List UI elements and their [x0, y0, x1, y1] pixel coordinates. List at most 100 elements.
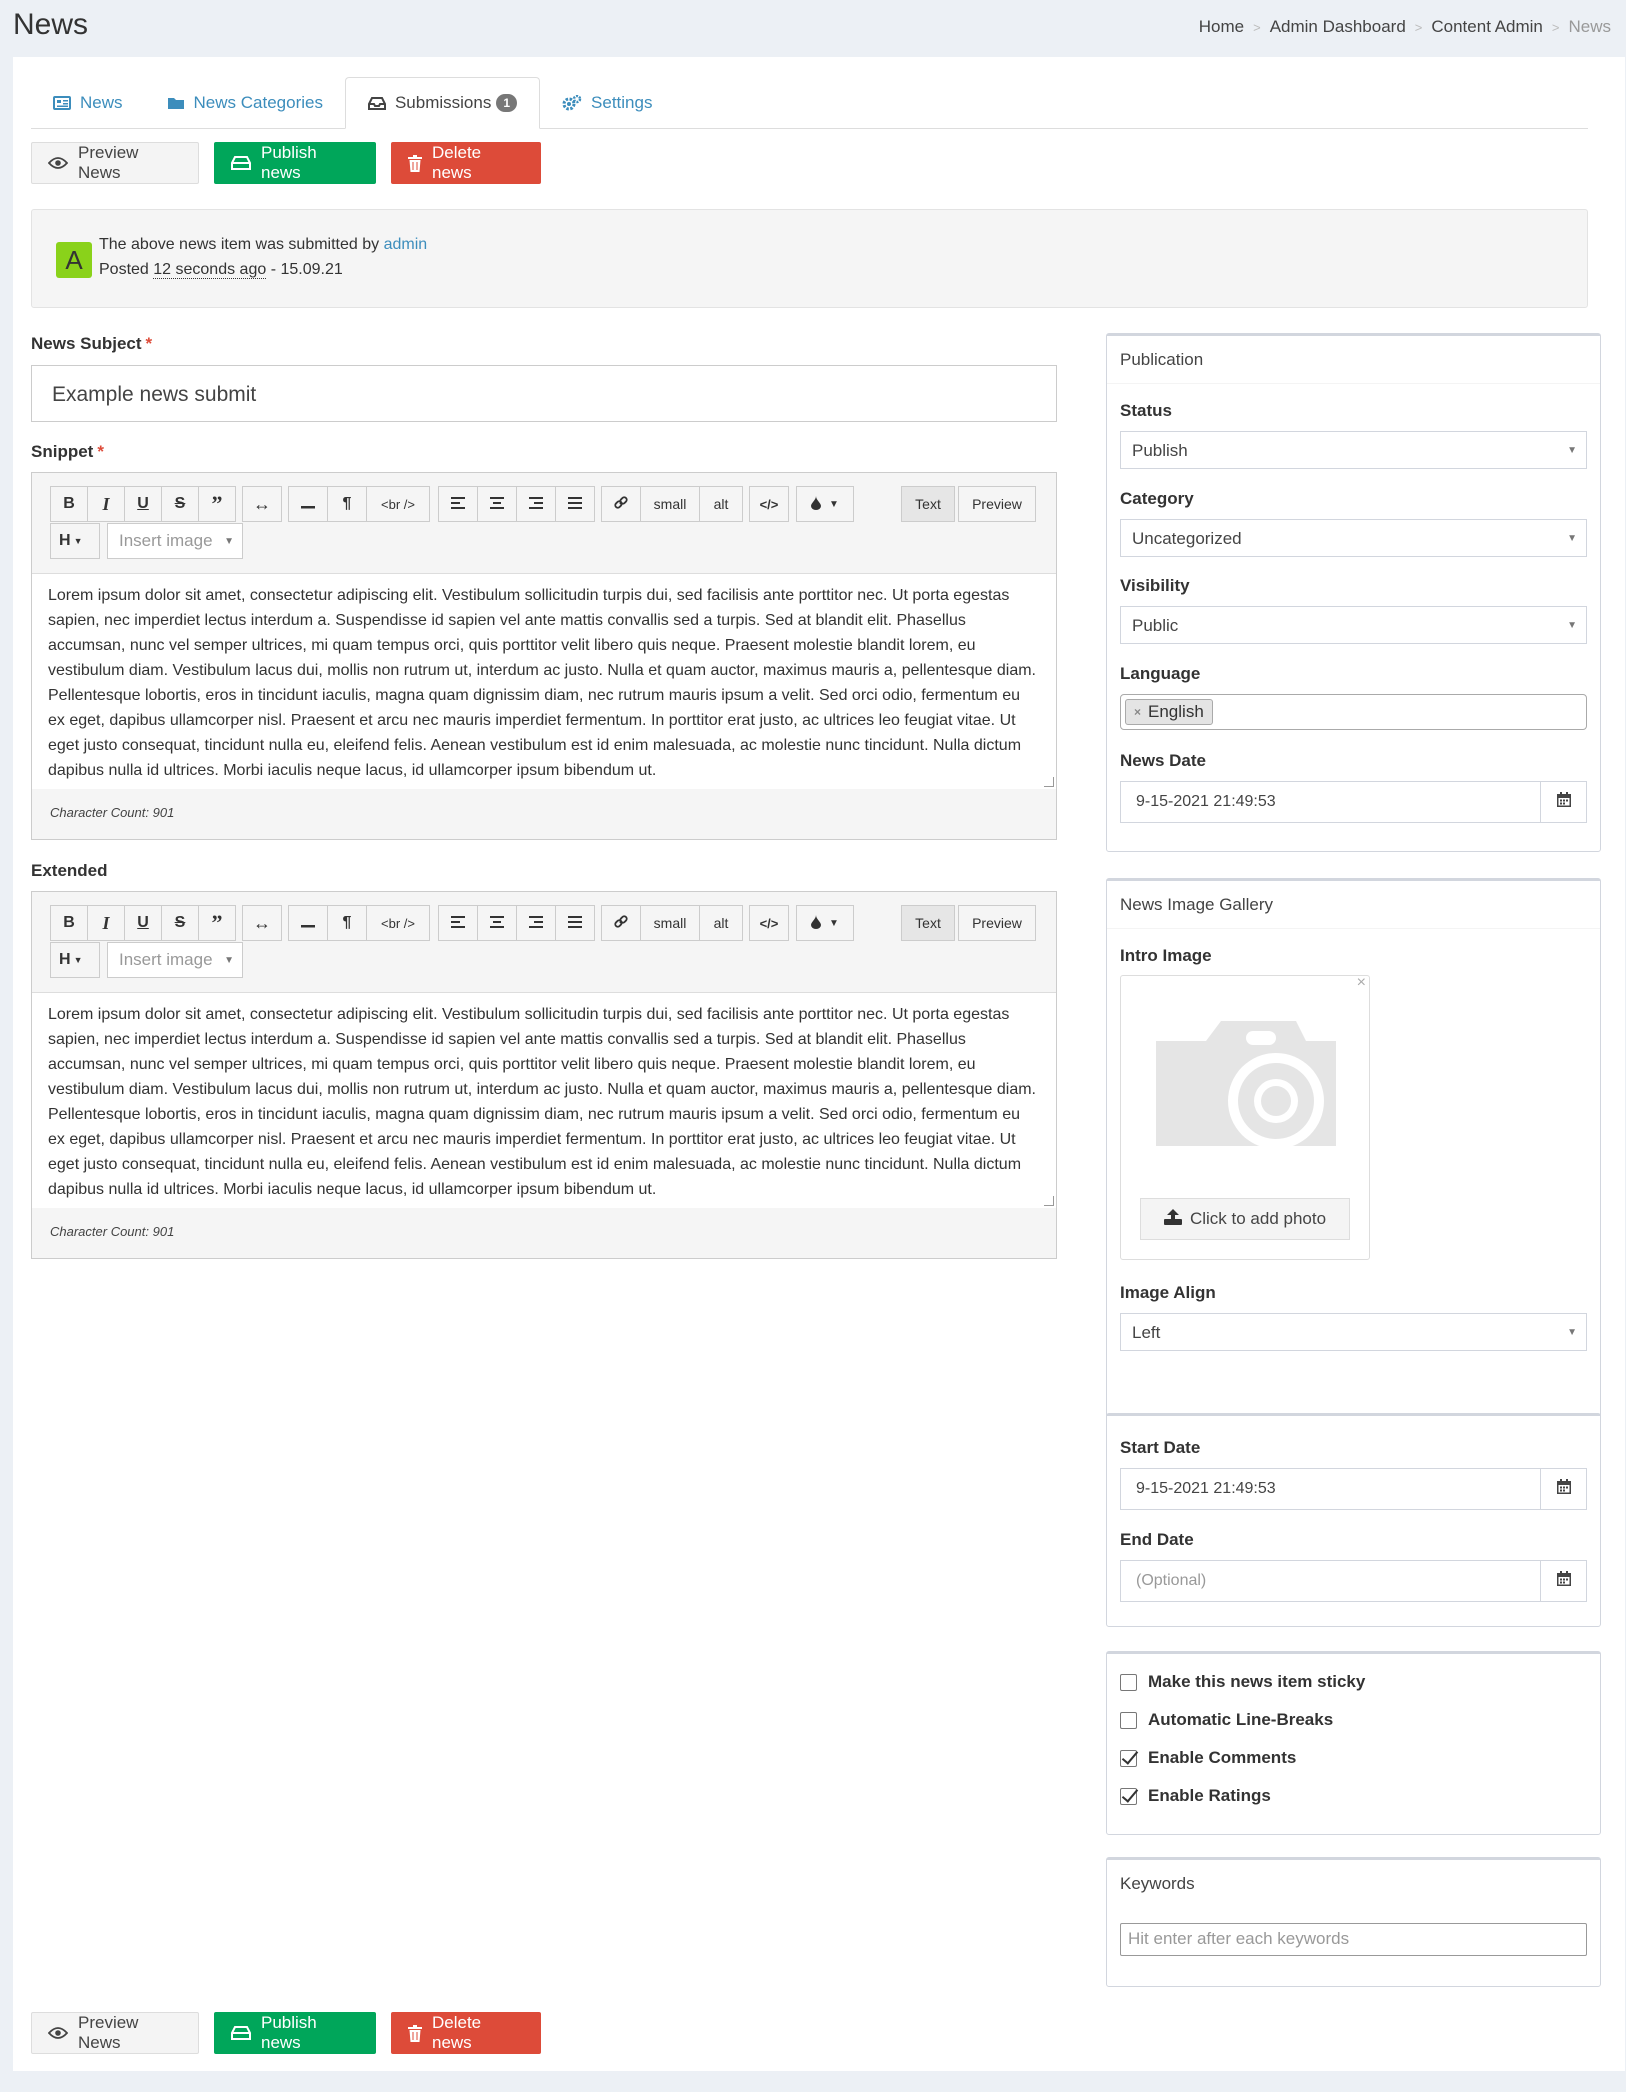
link-button[interactable]	[601, 486, 641, 522]
breadcrumb-admin-dashboard[interactable]: Admin Dashboard	[1270, 17, 1406, 37]
schedule-box: Start Date 9-15-2021 21:49:53 End Date (…	[1106, 1413, 1601, 1627]
align-center-button[interactable]	[477, 905, 517, 941]
blockquote-button[interactable]: ”	[198, 905, 236, 941]
horizontal-arrow-button[interactable]: ↔	[242, 905, 282, 941]
text-mode-tab[interactable]: Text	[901, 905, 955, 941]
color-dropdown-button[interactable]: ▼	[796, 905, 854, 941]
snippet-textarea[interactable]: Lorem ipsum dolor sit amet, consectetur …	[32, 574, 1056, 789]
align-center-button[interactable]	[477, 486, 517, 522]
breadcrumb-home[interactable]: Home	[1199, 17, 1244, 37]
align-right-button[interactable]	[516, 905, 556, 941]
visibility-select[interactable]: Public ▼	[1120, 606, 1587, 644]
line-break-button[interactable]: <br />	[366, 905, 430, 941]
image-align-select[interactable]: Left ▼	[1120, 1313, 1587, 1351]
breadcrumb-content-admin[interactable]: Content Admin	[1431, 17, 1543, 37]
heading-label: H	[59, 951, 71, 968]
horizontal-rule-button[interactable]	[288, 905, 328, 941]
start-date-input[interactable]: 9-15-2021 21:49:53	[1121, 1469, 1540, 1509]
insert-image-select[interactable]: Insert image ▼	[107, 942, 243, 978]
heading-dropdown-button[interactable]: H ▼	[50, 942, 100, 978]
sticky-checkbox[interactable]	[1120, 1673, 1137, 1691]
avatar: A	[56, 242, 92, 278]
remove-tag-icon[interactable]: ×	[1134, 705, 1141, 719]
code-button[interactable]: </>	[749, 486, 789, 522]
news-date-input[interactable]: 9-15-2021 21:49:53	[1121, 782, 1540, 822]
align-left-button[interactable]	[438, 486, 478, 522]
submitted-by-text: The above news item was submitted by	[99, 236, 380, 253]
news-subject-input[interactable]: Example news submit	[31, 365, 1057, 422]
line-breaks-checkbox[interactable]	[1120, 1711, 1137, 1729]
ratings-option[interactable]: Enable Ratings	[1120, 1786, 1271, 1806]
align-right-button[interactable]	[516, 486, 556, 522]
code-button[interactable]: </>	[749, 905, 789, 941]
snippet-editor: B I U S ” ↔ ¶ <br /> small alt </> ▼ Tex…	[31, 472, 1057, 840]
heading-dropdown-button[interactable]: H ▼	[50, 523, 100, 559]
remove-image-icon[interactable]: ×	[1357, 974, 1366, 992]
comments-checkbox[interactable]	[1120, 1749, 1137, 1767]
preview-mode-tab[interactable]: Preview	[958, 905, 1036, 941]
line-break-button[interactable]: <br />	[366, 486, 430, 522]
status-select[interactable]: Publish ▼	[1120, 431, 1587, 469]
small-button[interactable]: small	[640, 486, 700, 522]
calendar-button[interactable]	[1540, 782, 1586, 822]
paragraph-button[interactable]: ¶	[327, 486, 367, 522]
newspaper-icon	[53, 96, 71, 110]
small-button[interactable]: small	[640, 905, 700, 941]
italic-button[interactable]: I	[87, 486, 125, 522]
align-justify-button[interactable]	[555, 486, 595, 522]
line-breaks-option[interactable]: Automatic Line-Breaks	[1120, 1710, 1333, 1730]
image-gallery-title: News Image Gallery	[1107, 881, 1600, 929]
color-dropdown-button[interactable]: ▼	[796, 486, 854, 522]
visibility-label: Visibility	[1120, 576, 1190, 595]
keywords-input[interactable]: Hit enter after each keywords	[1120, 1923, 1587, 1956]
ratings-checkbox[interactable]	[1120, 1787, 1137, 1805]
language-label: Language	[1120, 664, 1201, 683]
add-photo-button[interactable]: Click to add photo	[1140, 1198, 1350, 1240]
preview-mode-tab[interactable]: Preview	[958, 486, 1036, 522]
tab-label: Submissions	[394, 93, 492, 112]
paragraph-button[interactable]: ¶	[327, 905, 367, 941]
horizontal-arrow-button[interactable]: ↔	[242, 486, 282, 522]
sticky-label: Make this news item sticky	[1148, 1672, 1366, 1691]
category-select[interactable]: Uncategorized ▼	[1120, 519, 1587, 557]
align-left-button[interactable]	[438, 905, 478, 941]
preview-news-button[interactable]: Preview News	[31, 2012, 199, 2054]
delete-news-button[interactable]: Delete news	[391, 2012, 541, 2054]
underline-button[interactable]: U	[124, 905, 162, 941]
delete-news-button[interactable]: Delete news	[391, 142, 541, 184]
publish-news-button[interactable]: Publish news	[214, 2012, 376, 2054]
arrows-h-icon: ↔	[253, 493, 271, 514]
tint-icon	[811, 495, 822, 513]
align-justify-button[interactable]	[555, 905, 595, 941]
calendar-button[interactable]	[1540, 1561, 1586, 1601]
news-subject-label: News Subject *	[31, 334, 152, 354]
alt-button[interactable]: alt	[699, 905, 743, 941]
end-date-input[interactable]: (Optional)	[1121, 1561, 1540, 1601]
comments-option[interactable]: Enable Comments	[1120, 1748, 1296, 1768]
text-mode-tab[interactable]: Text	[901, 486, 955, 522]
app-root: News Home > Admin Dashboard > Content Ad…	[0, 0, 1626, 2092]
alt-button[interactable]: alt	[699, 486, 743, 522]
strikethrough-button[interactable]: S	[161, 905, 199, 941]
language-multiselect[interactable]: × English	[1120, 694, 1587, 730]
publish-news-button[interactable]: Publish news	[214, 142, 376, 184]
main-panel: News News Categories Submissions 1 Setti…	[13, 57, 1625, 2071]
tab-submissions[interactable]: Submissions 1	[344, 77, 541, 129]
blockquote-button[interactable]: ”	[198, 486, 236, 522]
horizontal-rule-button[interactable]	[288, 486, 328, 522]
bold-button[interactable]: B	[50, 905, 88, 941]
tab-news[interactable]: News	[31, 77, 145, 129]
tab-settings[interactable]: Settings	[540, 77, 674, 129]
submitter-link[interactable]: admin	[384, 236, 428, 253]
bold-button[interactable]: B	[50, 486, 88, 522]
calendar-button[interactable]	[1540, 1469, 1586, 1509]
sticky-option[interactable]: Make this news item sticky	[1120, 1672, 1365, 1692]
link-button[interactable]	[601, 905, 641, 941]
extended-textarea[interactable]: Lorem ipsum dolor sit amet, consectetur …	[32, 993, 1056, 1208]
preview-news-button[interactable]: Preview News	[31, 142, 199, 184]
italic-button[interactable]: I	[87, 905, 125, 941]
tab-news-categories[interactable]: News Categories	[145, 77, 345, 129]
strikethrough-button[interactable]: S	[161, 486, 199, 522]
underline-button[interactable]: U	[124, 486, 162, 522]
insert-image-select[interactable]: Insert image ▼	[107, 523, 243, 559]
